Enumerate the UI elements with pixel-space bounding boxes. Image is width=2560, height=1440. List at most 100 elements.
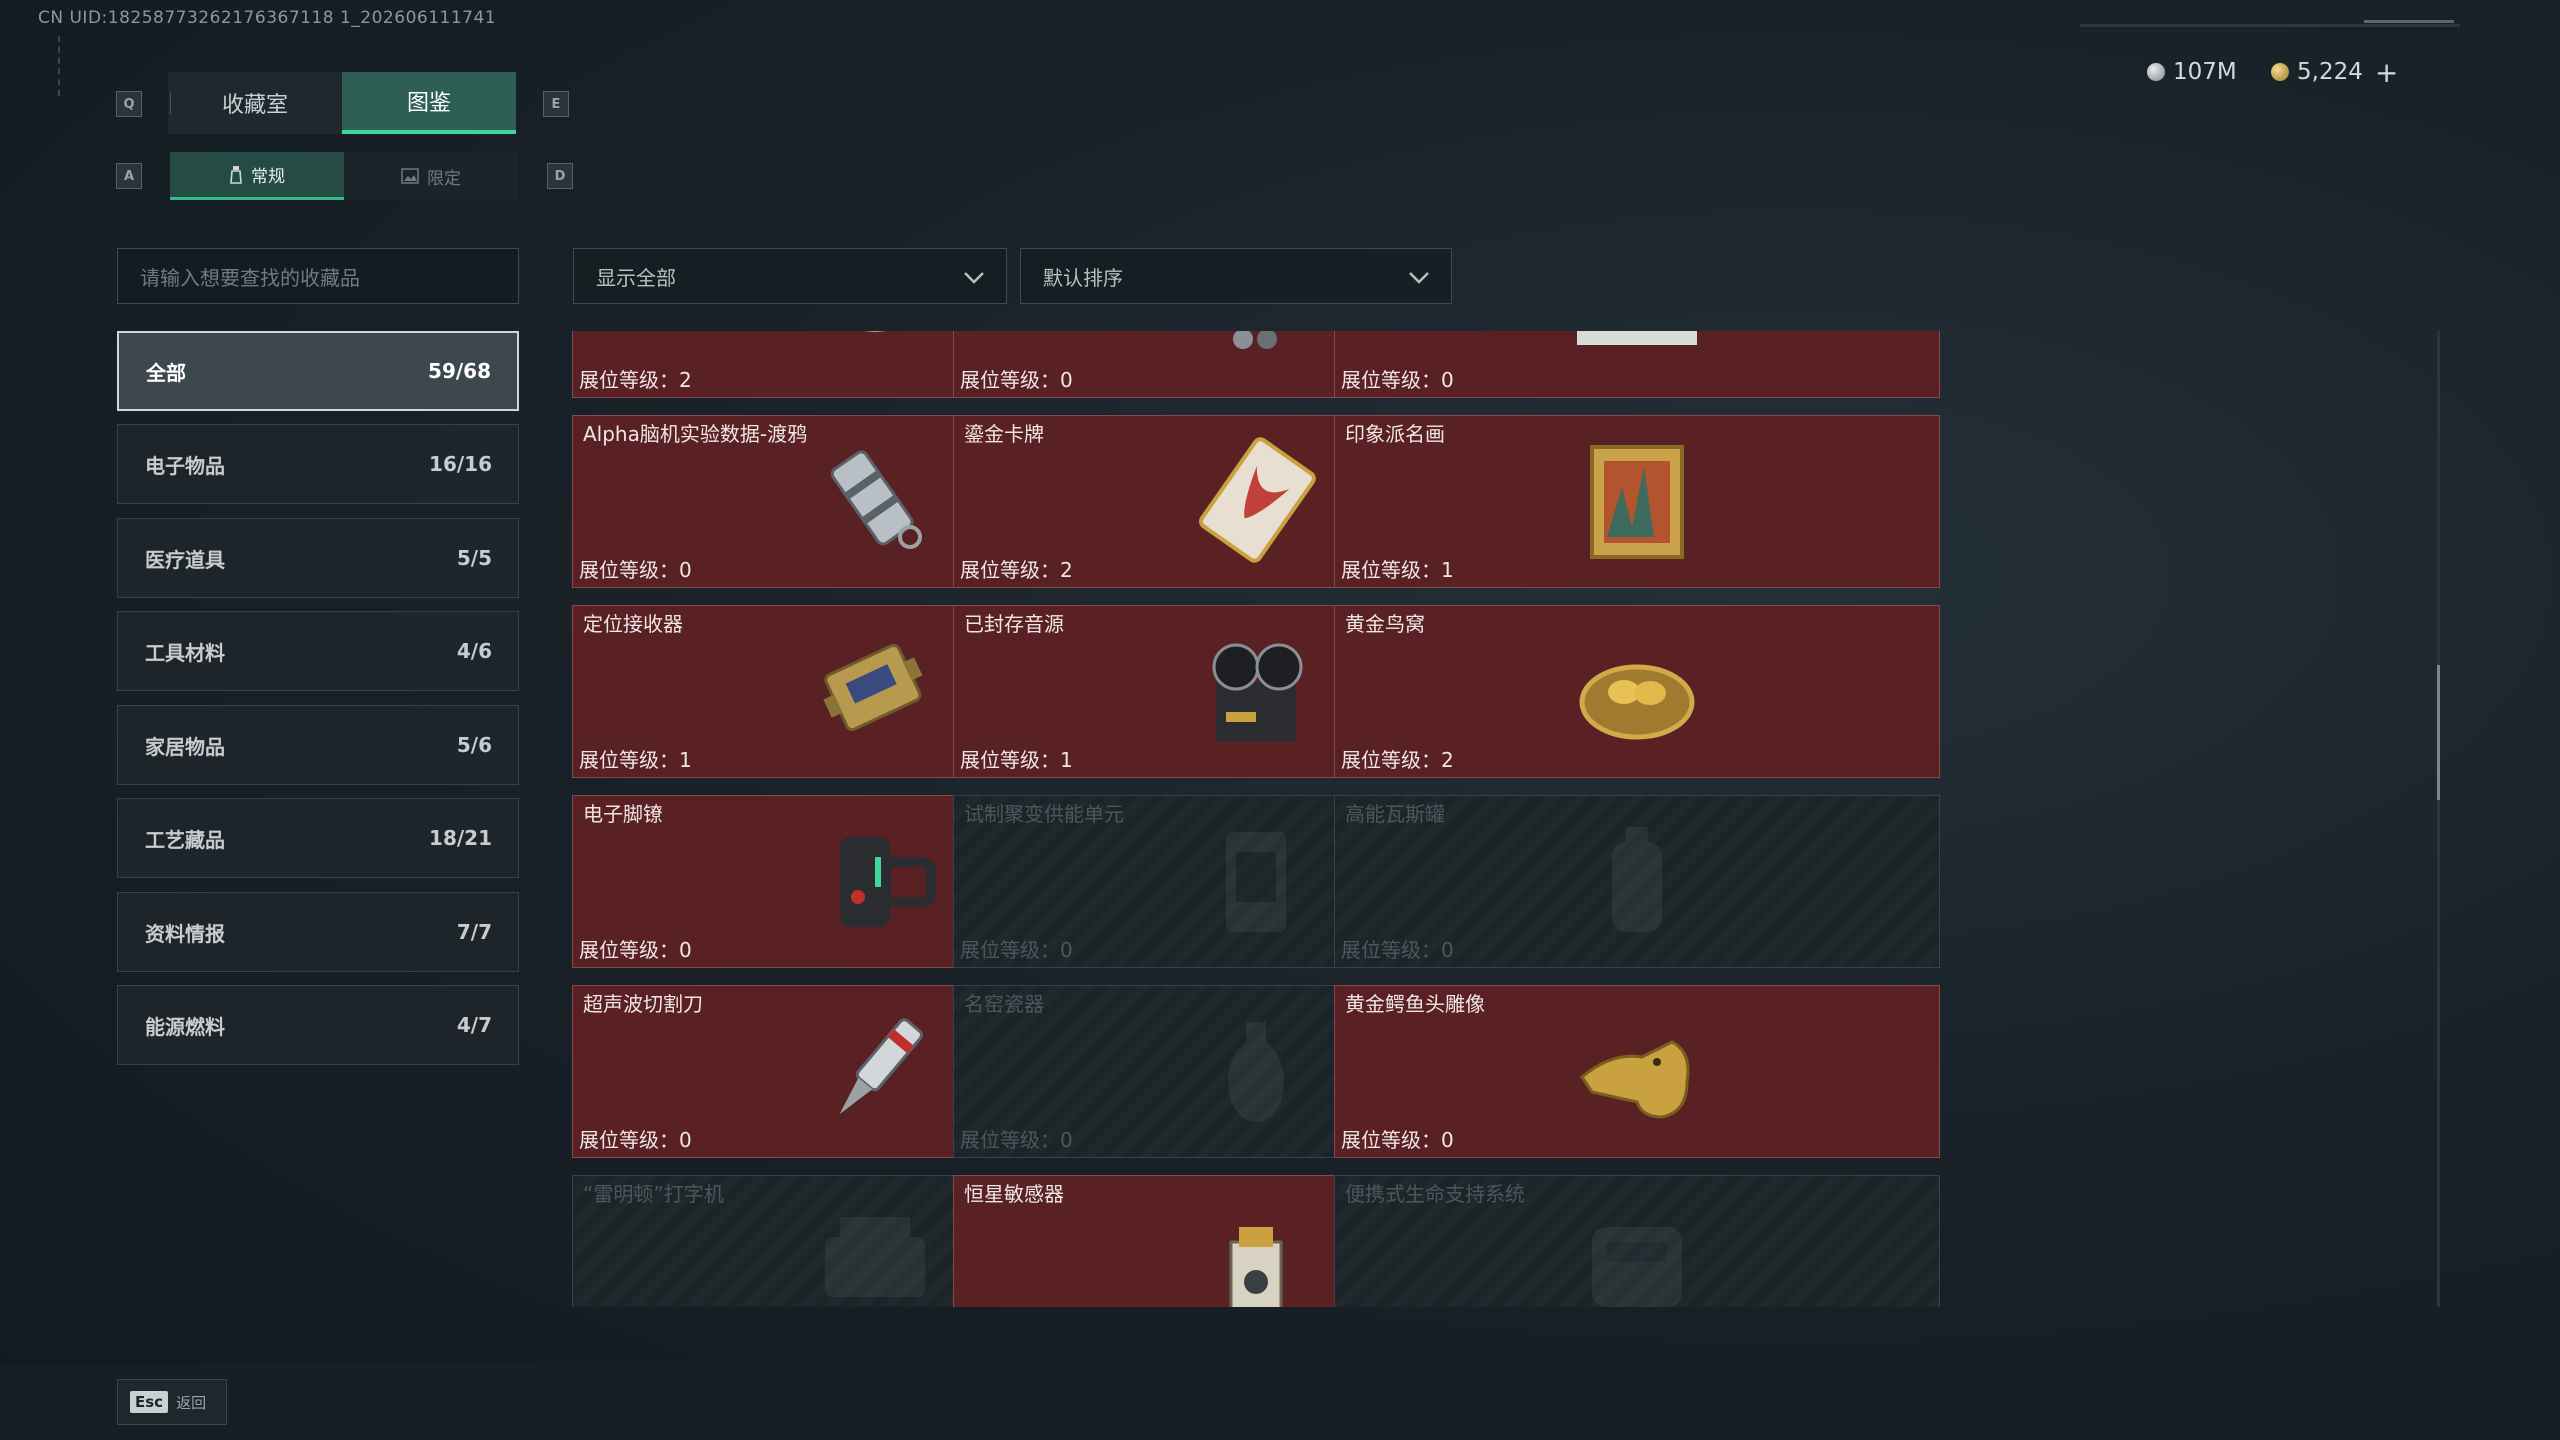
category-medical[interactable]: 医疗道具 5/5 bbox=[117, 518, 519, 598]
category-name: 能源燃料 bbox=[145, 1014, 225, 1039]
gold-crocodile-icon bbox=[1580, 1039, 1690, 1119]
category-tools[interactable]: 工具材料 4/6 bbox=[117, 611, 519, 691]
category-electronics[interactable]: 电子物品 16/16 bbox=[117, 424, 519, 504]
add-currency-button[interactable]: + bbox=[2375, 56, 2398, 89]
collection-item-card[interactable]: 高能瓦斯罐展位等级：0 bbox=[1334, 795, 1940, 968]
decorative-bar bbox=[2080, 24, 2460, 27]
category-count: 7/7 bbox=[456, 920, 492, 944]
tab-codex[interactable]: 图鉴 bbox=[342, 72, 516, 134]
item-name: 定位接收器 bbox=[583, 612, 683, 636]
life-support-icon bbox=[1592, 1226, 1682, 1307]
filter-dropdown[interactable]: 显示全部 bbox=[573, 248, 1007, 304]
typewriter-icon bbox=[825, 1216, 925, 1297]
subtab-limited-label: 限定 bbox=[427, 168, 461, 189]
item-name: 恒星敏感器 bbox=[964, 1182, 1064, 1206]
item-name: Alpha脑机实验数据-渡鸦 bbox=[583, 422, 808, 446]
hotkey-e[interactable]: E bbox=[543, 91, 569, 117]
item-display-level: 展位等级：0 bbox=[1341, 368, 1454, 392]
category-count: 5/6 bbox=[456, 733, 492, 757]
item-display-level: 展位等级：0 bbox=[1341, 938, 1454, 962]
porcelain-vase-icon bbox=[1228, 1021, 1284, 1122]
bottle-icon bbox=[230, 165, 242, 184]
back-button[interactable]: Esc 返回 bbox=[117, 1379, 227, 1425]
category-name: 医疗道具 bbox=[145, 547, 225, 572]
main-tab-bar: 收藏室 图鉴 bbox=[168, 72, 516, 134]
gold-currency: 5,224 + bbox=[2271, 54, 2398, 90]
collection-item-card[interactable]: 展位等级：0 bbox=[1334, 331, 1940, 398]
category-intel[interactable]: 资料情报 7/7 bbox=[117, 892, 519, 972]
item-display-level: 展位等级：0 bbox=[960, 1128, 1073, 1152]
uid-label: CN UID:18258773262176367118 1_2026061117… bbox=[38, 8, 497, 28]
item-display-level: 展位等级：1 bbox=[960, 748, 1073, 772]
item-name: 鎏金卡牌 bbox=[964, 422, 1044, 446]
category-count: 59/68 bbox=[428, 359, 491, 383]
item-name: 黄金鳄鱼头雕像 bbox=[1345, 992, 1485, 1016]
item-name: 印象派名画 bbox=[1345, 422, 1445, 446]
category-name: 全部 bbox=[146, 360, 186, 385]
hotkey-q[interactable]: Q bbox=[116, 91, 142, 117]
item-name: 黄金鸟窝 bbox=[1345, 612, 1425, 636]
item-name: “雷明顿”打字机 bbox=[583, 1182, 724, 1206]
item-display-level: 展位等级：0 bbox=[1341, 1128, 1454, 1152]
esc-key-hint: Esc bbox=[130, 1391, 169, 1413]
blueprint-map-icon bbox=[1577, 331, 1697, 345]
hotkey-a[interactable]: A bbox=[116, 163, 142, 189]
data-canister-icon bbox=[830, 449, 922, 549]
grid-scrollbar[interactable] bbox=[2437, 331, 2440, 1307]
framed-painting-icon bbox=[1590, 444, 1684, 559]
category-energy[interactable]: 能源燃料 4/7 bbox=[117, 985, 519, 1065]
gold-amount: 5,224 bbox=[2297, 59, 2363, 85]
collection-item-card[interactable]: 便携式生命支持系统 bbox=[1334, 1175, 1940, 1307]
caviar-tin-icon bbox=[867, 331, 883, 332]
item-display-level: 展位等级：0 bbox=[960, 368, 1073, 392]
receiver-icon bbox=[823, 643, 923, 731]
gas-canister-icon bbox=[1612, 826, 1662, 932]
gilded-card-icon bbox=[1199, 436, 1316, 563]
item-display-level: 展位等级：0 bbox=[579, 558, 692, 582]
collection-grid: 展位等级：2 展位等级：0 展位等级：0 Alpha脑机实验数据-渡鸦 展位等级：0 鎏金… bbox=[572, 331, 2427, 1307]
gold-coin-icon bbox=[2271, 63, 2289, 81]
subtab-limited[interactable]: 限定 bbox=[344, 152, 518, 200]
category-crafts[interactable]: 工艺藏品 18/21 bbox=[117, 798, 519, 878]
item-name: 试制聚变供能单元 bbox=[964, 802, 1124, 826]
item-display-level: 展位等级：2 bbox=[579, 368, 692, 392]
item-name: 高能瓦斯罐 bbox=[1345, 802, 1445, 826]
item-display-level: 展位等级：0 bbox=[960, 938, 1073, 962]
filter-dropdown-value: 显示全部 bbox=[596, 265, 676, 290]
silver-coin-icon bbox=[2147, 63, 2165, 81]
sort-dropdown-value: 默认排序 bbox=[1043, 265, 1123, 290]
collection-item-card[interactable]: 黄金鸟窝展位等级：2 bbox=[1334, 605, 1940, 778]
category-name: 资料情报 bbox=[145, 921, 225, 946]
item-name: 电子脚镣 bbox=[583, 802, 663, 826]
item-display-level: 展位等级：2 bbox=[1341, 748, 1454, 772]
collection-item-card[interactable]: 黄金鳄鱼头雕像展位等级：0 bbox=[1334, 985, 1940, 1158]
grid-scrollbar-thumb[interactable] bbox=[2437, 665, 2440, 800]
item-display-level: 展位等级：1 bbox=[579, 748, 692, 772]
golden-nest-icon bbox=[1579, 664, 1695, 739]
item-name: 便携式生命支持系统 bbox=[1345, 1182, 1525, 1206]
collection-item-card[interactable]: 印象派名画 展位等级：1 bbox=[1334, 415, 1940, 588]
item-display-level: 展位等级：2 bbox=[960, 558, 1073, 582]
category-name: 工具材料 bbox=[145, 640, 225, 665]
category-household[interactable]: 家居物品 5/6 bbox=[117, 705, 519, 785]
device-icon bbox=[1233, 331, 1277, 349]
category-count: 4/6 bbox=[456, 639, 492, 663]
subtab-regular[interactable]: 常规 bbox=[170, 152, 344, 200]
sort-dropdown[interactable]: 默认排序 bbox=[1020, 248, 1452, 304]
ankle-monitor-icon bbox=[840, 836, 936, 927]
hotkey-d[interactable]: D bbox=[547, 163, 573, 189]
category-name: 家居物品 bbox=[145, 734, 225, 759]
footer-bar bbox=[0, 1364, 2560, 1440]
image-frame-icon bbox=[401, 168, 419, 184]
subtab-regular-label: 常规 bbox=[251, 167, 285, 187]
item-display-level: 展位等级：0 bbox=[579, 938, 692, 962]
category-all[interactable]: 全部 59/68 bbox=[117, 331, 519, 411]
tab-collection-room[interactable]: 收藏室 bbox=[168, 72, 342, 134]
ultrasonic-knife-icon bbox=[839, 1017, 923, 1114]
chevron-down-icon bbox=[964, 272, 984, 284]
item-name: 已封存音源 bbox=[964, 612, 1064, 636]
category-count: 4/7 bbox=[456, 1013, 492, 1037]
silver-amount: 107M bbox=[2173, 59, 2237, 85]
search-input[interactable]: 请输入想要查找的收藏品 bbox=[117, 248, 519, 304]
silver-currency: 107M bbox=[2147, 54, 2237, 90]
